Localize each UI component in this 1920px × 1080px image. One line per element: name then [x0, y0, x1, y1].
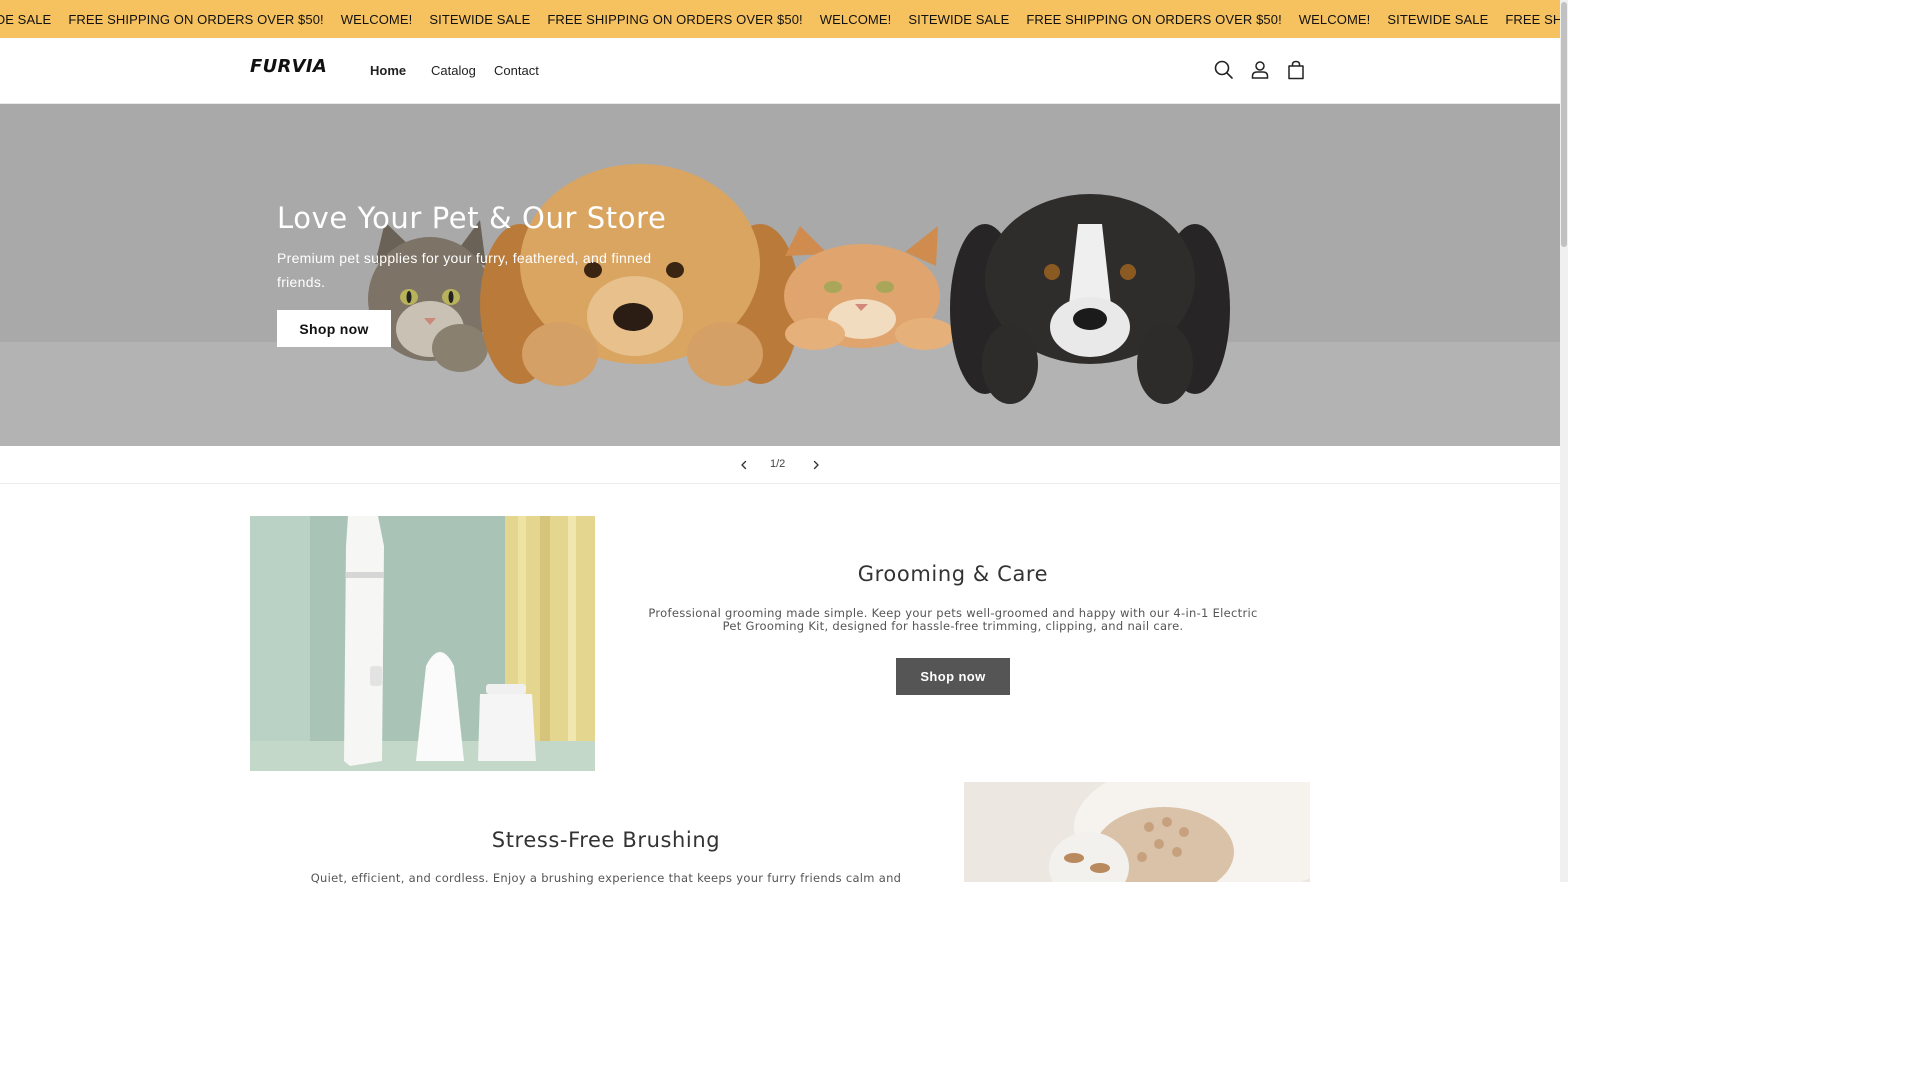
announcement-track: IDE SALE FREE SHIPPING ON ORDERS OVER $5…: [0, 0, 1560, 38]
grooming-description: Professional grooming made simple. Keep …: [648, 606, 1258, 633]
slide-counter: 1/2: [770, 458, 786, 470]
announcement-item: SITEWIDE SALE: [429, 11, 531, 27]
hero-subtitle: Premium pet supplies for your furry, fea…: [277, 250, 652, 290]
announcement-item: FREE SHIPPING ON ORDERS OVER $50!: [68, 11, 324, 27]
scrollbar-thumb[interactable]: [1561, 2, 1567, 247]
account-icon[interactable]: [1249, 59, 1271, 81]
announcement-item: WELCOME!: [1298, 11, 1371, 27]
hero-shop-now-button[interactable]: Shop now: [277, 310, 391, 347]
page-scrollbar[interactable]: [1560, 0, 1568, 882]
announcement-bar: IDE SALE FREE SHIPPING ON ORDERS OVER $5…: [0, 0, 1560, 38]
store-logo[interactable]: FURVIA: [250, 56, 327, 77]
brushing-description: Quiet, efficient, and cordless. Enjoy a …: [310, 871, 902, 885]
grooming-shop-now-button[interactable]: Shop now: [896, 658, 1010, 695]
grooming-kit-image: [250, 516, 595, 771]
announcement-item: WELCOME!: [340, 11, 413, 27]
brushing-product-image: [964, 782, 1310, 882]
announcement-item: FREE SHIPPING ON ORDERS OVER $50!: [1026, 11, 1282, 27]
cart-icon[interactable]: [1285, 59, 1307, 81]
announcement-item: FREE SHIPPING ON ORDERS OVER $50!: [547, 11, 803, 27]
announcement-item: IDE SALE: [0, 11, 52, 27]
chevron-right-icon[interactable]: [810, 459, 822, 471]
nav-catalog[interactable]: Catalog: [431, 63, 476, 78]
hero-banner: Love Your Pet & Our Store Premium pet su…: [0, 104, 1560, 446]
nav-home[interactable]: Home: [370, 63, 406, 78]
announcement-item: SITEWIDE SALE: [908, 11, 1010, 27]
slideshow-controls: 1/2: [0, 447, 1560, 484]
search-icon[interactable]: [1213, 59, 1235, 81]
hero-pets-image: [0, 104, 1560, 446]
announcement-item: FREE SHIPPING ON ORDERS OVER $50!: [1505, 11, 1560, 27]
announcement-item: SITEWIDE SALE: [1387, 11, 1489, 27]
hero-title: Love Your Pet & Our Store: [277, 201, 667, 235]
announcement-item: WELCOME!: [819, 11, 892, 27]
nav-contact[interactable]: Contact: [494, 63, 539, 78]
site-header: FURVIA Home Catalog Contact: [0, 38, 1560, 104]
chevron-left-icon[interactable]: [738, 459, 750, 471]
grooming-title: Grooming & Care: [857, 562, 1049, 586]
brushing-title: Stress-Free Brushing: [491, 828, 721, 852]
